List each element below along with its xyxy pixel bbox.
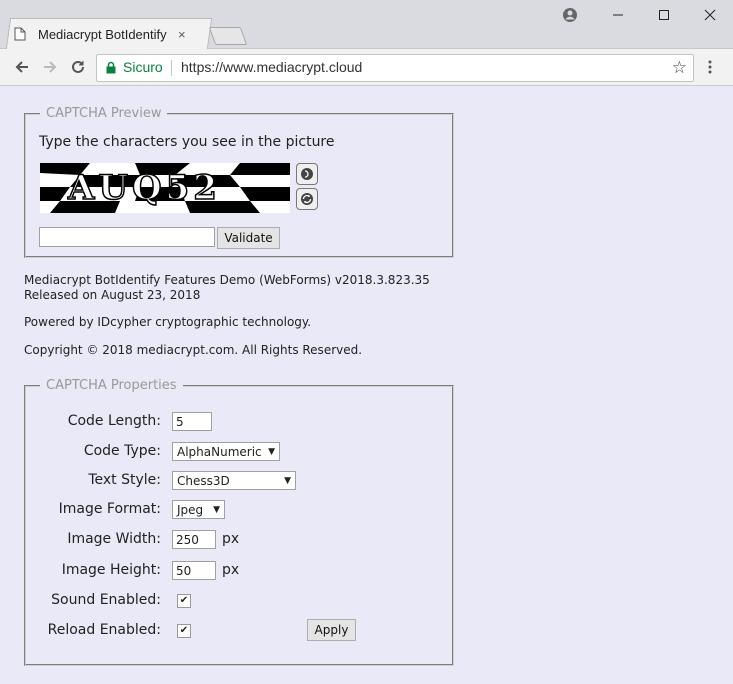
version-line: Mediacrypt BotIdentify Features Demo (We… (24, 273, 430, 287)
image-width-unit: px (222, 531, 240, 547)
code-length-input[interactable]: 5 (172, 412, 212, 431)
document-icon (14, 27, 28, 41)
captcha-reload-icon[interactable] (296, 188, 318, 210)
captcha-properties-fieldset: CAPTCHA Properties Code Length: 5 Code T… (24, 378, 454, 666)
captcha-code-input[interactable] (39, 227, 215, 247)
maximize-button[interactable] (641, 0, 687, 30)
back-arrow-icon[interactable] (12, 57, 32, 77)
text-style-value: Chess3D (177, 473, 230, 488)
browser-toolbar: Sicuro https://www.mediacrypt.cloud ☆ (0, 49, 733, 86)
code-length-label: Code Length: (67, 413, 161, 429)
validate-button[interactable]: Validate (217, 227, 280, 249)
image-height-label: Image Height: (61, 562, 161, 578)
browser-titlebar: Mediacrypt BotIdentify Fe × (0, 0, 733, 49)
reload-enabled-label: Reload Enabled: (47, 622, 161, 638)
text-style-label: Text Style: (88, 472, 161, 488)
release-line: Released on August 23, 2018 (24, 288, 201, 302)
browser-tab-content[interactable]: Mediacrypt BotIdentify Fe × (14, 20, 194, 48)
chevron-down-icon: ▼ (268, 446, 275, 457)
page-content: CAPTCHA Preview Type the characters you … (0, 86, 733, 684)
code-type-select[interactable]: AlphaNumeric ▼ (172, 442, 280, 461)
url-text[interactable]: https://www.mediacrypt.cloud (181, 59, 362, 75)
reload-enabled-checkbox[interactable]: ✔ (177, 624, 191, 638)
menu-kebab-icon[interactable] (702, 57, 718, 77)
image-format-select[interactable]: Jpeg ▼ (172, 500, 225, 519)
powered-by-text: Powered by IDcypher cryptographic techno… (24, 315, 312, 329)
captcha-characters: AUQ52 (67, 168, 221, 208)
bookmark-star-icon[interactable]: ☆ (672, 58, 687, 78)
apply-button[interactable]: Apply (307, 619, 356, 641)
tab-close-icon[interactable]: × (178, 27, 186, 42)
code-type-value: AlphaNumeric (177, 444, 262, 459)
tab-title: Mediacrypt BotIdentify Fe (38, 26, 170, 42)
address-bar[interactable]: Sicuro https://www.mediacrypt.cloud ☆ (96, 54, 694, 82)
captcha-image: AUQ52 (40, 163, 290, 213)
captcha-preview-fieldset: CAPTCHA Preview Type the characters you … (24, 106, 454, 258)
image-format-label: Image Format: (58, 501, 161, 517)
address-separator (171, 60, 172, 76)
new-tab-button[interactable] (208, 27, 248, 45)
reload-icon[interactable] (68, 57, 88, 77)
copyright-text: Copyright © 2018 mediacrypt.com. All Rig… (24, 343, 363, 357)
code-type-label: Code Type: (83, 443, 161, 459)
profile-icon[interactable] (562, 7, 578, 27)
captcha-properties-legend: CAPTCHA Properties (46, 378, 177, 393)
text-style-select[interactable]: Chess3D ▼ (172, 471, 296, 490)
image-format-value: Jpeg (177, 502, 204, 517)
lock-icon (105, 61, 117, 77)
image-width-input[interactable]: 250 (172, 530, 216, 549)
captcha-instruction: Type the characters you see in the pictu… (39, 134, 335, 150)
image-height-input[interactable]: 50 (172, 561, 216, 580)
sound-enabled-label: Sound Enabled: (51, 592, 161, 608)
sound-enabled-checkbox[interactable]: ✔ (177, 594, 191, 608)
close-window-button[interactable] (687, 0, 733, 30)
secure-label: Sicuro (123, 59, 163, 75)
image-width-label: Image Width: (67, 531, 161, 547)
chevron-down-icon: ▼ (213, 504, 220, 515)
captcha-preview-legend: CAPTCHA Preview (46, 106, 162, 121)
captcha-sound-icon[interactable] (296, 163, 318, 185)
minimize-button[interactable] (595, 0, 641, 30)
version-info: Mediacrypt BotIdentify Features Demo (We… (24, 273, 430, 303)
image-height-unit: px (222, 562, 240, 578)
chevron-down-icon: ▼ (284, 475, 291, 486)
forward-arrow-icon[interactable] (40, 57, 60, 77)
